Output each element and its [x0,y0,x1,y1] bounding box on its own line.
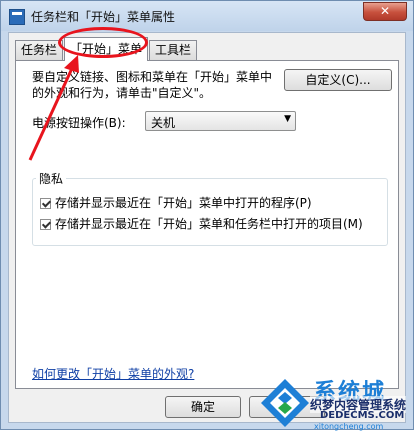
customize-description: 要自定义链接、图标和菜单在「开始」菜单中的外观和行为，请单击"自定义"。 [32,70,273,100]
taskbar-app-icon [9,9,25,25]
title-bar[interactable]: 任务栏和「开始」菜单属性 ✕ [1,1,413,31]
chevron-down-icon: ▼ [284,114,291,124]
start-menu-panel: 要自定义链接、图标和菜单在「开始」菜单中的外观和行为，请单击"自定义"。 自定义… [15,60,399,389]
customize-button[interactable]: 自定义(C)... [284,69,392,91]
store-recent-programs-checkbox[interactable]: 存储并显示最近在「开始」菜单中打开的程序(P) [40,194,312,211]
dialog-body: 任务栏 「开始」菜单 工具栏 要自定义链接、图标和菜单在「开始」菜单中的外观和行… [8,32,406,423]
privacy-group [32,178,388,246]
close-icon: ✕ [379,4,391,18]
checkbox-checked-icon[interactable] [40,219,51,230]
watermark-url: DEDECMS.COM [320,410,405,421]
power-button-label: 电源按钮操作(B): [32,116,126,130]
ok-button[interactable]: 确定 [165,396,241,418]
annotation-circle [58,27,148,58]
watermark: 系统城 织梦内容管理系统 DEDECMS.COM xitongcheng.com [258,374,414,431]
store-recent-items-label: 存储并显示最近在「开始」菜单和任务栏中打开的项目(M) [55,217,363,231]
privacy-group-title: 隐私 [36,170,67,187]
store-recent-items-checkbox[interactable]: 存储并显示最近在「开始」菜单和任务栏中打开的项目(M) [40,215,363,232]
tab-taskbar[interactable]: 任务栏 [15,40,64,60]
store-recent-programs-label: 存储并显示最近在「开始」菜单中打开的程序(P) [55,196,312,210]
checkbox-checked-icon[interactable] [40,198,51,209]
properties-window: 任务栏和「开始」菜单属性 ✕ 任务栏 「开始」菜单 工具栏 要自定义链接、图标和… [0,0,414,430]
power-button-value: 关机 [151,116,176,130]
help-link[interactable]: 如何更改「开始」菜单的外观? [32,365,194,382]
watermark-logo-icon [261,379,309,427]
close-button[interactable]: ✕ [363,2,407,21]
window-title: 任务栏和「开始」菜单属性 [31,10,176,24]
tab-toolbars[interactable]: 工具栏 [149,40,198,60]
power-button-select[interactable]: 关机 ▼ [145,111,296,131]
